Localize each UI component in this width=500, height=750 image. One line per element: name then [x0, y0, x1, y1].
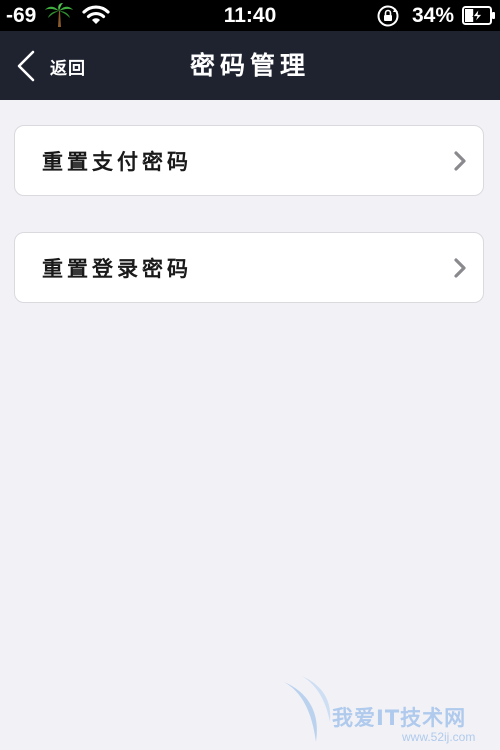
chevron-left-icon: [17, 50, 35, 82]
back-button[interactable]: 返回: [14, 45, 124, 87]
item-label: 重置登录密码: [42, 255, 192, 281]
navigation-bar: 返回 密码管理: [0, 31, 500, 100]
chevron-right-icon: [454, 150, 466, 171]
chevron-right-icon: [454, 257, 466, 278]
item-label: 重置支付密码: [42, 148, 192, 174]
content-area: 重置支付密码 重置登录密码: [0, 100, 500, 750]
battery-charging-icon: [462, 6, 495, 25]
reset-login-password-item[interactable]: 重置登录密码: [14, 232, 484, 303]
reset-payment-password-item[interactable]: 重置支付密码: [14, 125, 484, 196]
rotation-lock-icon: [377, 5, 399, 27]
battery-percentage: 34%: [412, 4, 455, 27]
status-bar: -69 11:40 34%: [0, 0, 500, 31]
back-label: 返回: [50, 58, 86, 79]
